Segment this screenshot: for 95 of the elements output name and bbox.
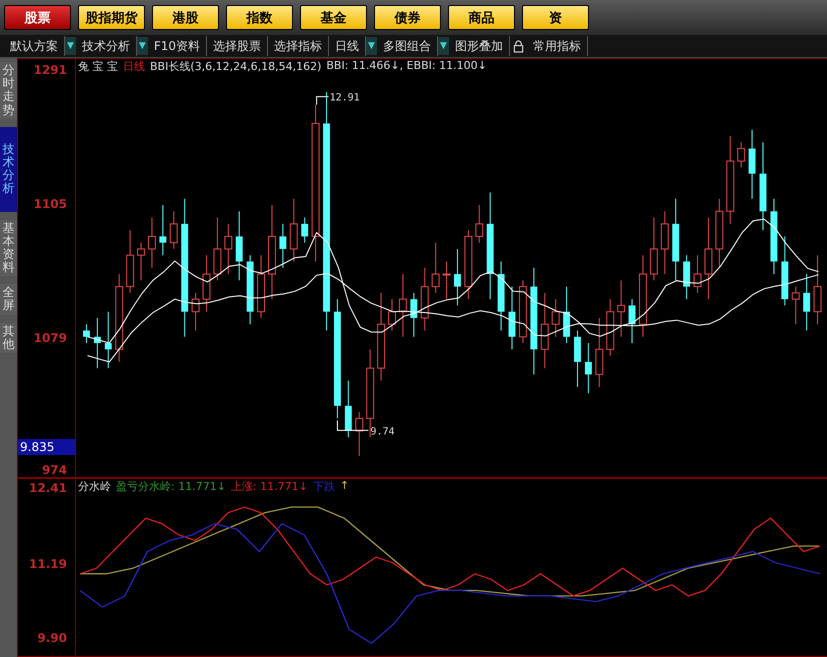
dropdown-button[interactable]: ▼ [438, 37, 449, 55]
candle [246, 254, 254, 325]
axis-label: 974 [42, 463, 67, 477]
market-tab[interactable]: 债券 [374, 5, 441, 30]
period-label: 日线 [123, 59, 145, 74]
candle [660, 210, 669, 275]
axis-label: 9.90 [37, 631, 67, 645]
candle [694, 254, 702, 294]
candle [148, 217, 156, 268]
side-tab[interactable]: 其他 [0, 322, 17, 353]
candle [628, 298, 636, 344]
candle [257, 254, 265, 318]
low-price-marker: 9.74 [370, 426, 395, 438]
toolbar-button[interactable]: 常用指标 [526, 36, 588, 56]
candle [464, 230, 472, 300]
legend-label: 下跌 [312, 479, 335, 494]
candle [454, 248, 461, 306]
candle [104, 311, 112, 369]
axis-label: 1291 [34, 63, 67, 77]
legend-label: 上涨: 11.771↓ [230, 479, 308, 494]
candle [508, 286, 516, 350]
candle [563, 286, 570, 344]
side-tab[interactable]: 分时走势 [0, 62, 17, 119]
candle [498, 261, 505, 332]
candle [398, 274, 407, 338]
legend-label: 盈亏分水岭: 11.771↓ [116, 479, 226, 494]
candle [170, 210, 178, 250]
candle [126, 230, 134, 294]
stock-name: 兔 宝 宝 [78, 59, 118, 74]
candle [737, 142, 746, 168]
candle [552, 298, 560, 338]
market-tab[interactable]: 股票 [4, 5, 71, 30]
candle [748, 129, 756, 200]
leader-line [336, 420, 369, 431]
axis-label: 1079 [34, 331, 67, 345]
candle [83, 324, 90, 344]
side-tab[interactable]: 基本资料 [0, 220, 17, 276]
arrow-icon: ↑ [340, 479, 350, 494]
dropdown-button[interactable]: ▼ [65, 37, 76, 55]
candle [814, 254, 822, 325]
axis-label: 11.19 [29, 557, 67, 571]
candle [475, 204, 484, 244]
candle [137, 242, 145, 281]
indicator-readout: BBI: 11.466↓, EBBI: 11.100↓ [326, 59, 487, 74]
market-tab[interactable]: 指数 [226, 5, 293, 30]
side-tab[interactable]: 全屏 [0, 284, 17, 315]
side-tab[interactable]: 技术分析 [0, 126, 17, 212]
lock-icon[interactable] [512, 40, 524, 52]
candle [388, 298, 396, 332]
candle [518, 280, 527, 344]
axis-label: 1105 [34, 197, 67, 211]
candle [781, 236, 788, 306]
candle [584, 342, 592, 394]
candle [213, 217, 222, 281]
high-price-marker: 12.91 [330, 92, 360, 104]
market-tab[interactable]: 基金 [300, 5, 367, 30]
indicator-name: BBI长线(3,6,12,24,6,18,54,162) [150, 59, 322, 74]
toolbar-button[interactable]: 选择股票 [207, 36, 268, 56]
dropdown-button[interactable]: ▼ [366, 37, 377, 55]
candle [159, 204, 166, 256]
market-tab[interactable]: 商品 [448, 5, 515, 30]
candle [224, 223, 232, 275]
candle [803, 274, 810, 332]
candle [715, 198, 724, 268]
toolbar-button[interactable]: 选择指标 [268, 36, 330, 56]
candle [410, 292, 418, 338]
candle [617, 280, 626, 338]
candle [290, 198, 298, 262]
candle [301, 217, 308, 244]
indicator-name: 分水岭 [78, 479, 111, 494]
candle [94, 317, 101, 369]
candle [279, 223, 286, 268]
market-tab[interactable]: 股指期货 [78, 5, 145, 30]
candle [442, 261, 450, 300]
candle [192, 292, 200, 332]
candle [650, 217, 658, 281]
candle [420, 267, 429, 332]
candle [355, 412, 364, 457]
candle [792, 286, 800, 325]
candle [344, 380, 352, 438]
candle [595, 317, 604, 388]
toolbar-button[interactable]: 图形叠加 [448, 36, 510, 56]
toolbar-button[interactable]: F10资料 [148, 36, 208, 56]
market-tab[interactable]: 资 [522, 5, 589, 30]
current-price-label: 9.835 [18, 439, 75, 455]
candle [236, 210, 243, 281]
axis-label: 12.41 [29, 481, 67, 495]
market-tab[interactable]: 港股 [152, 5, 219, 30]
candle [202, 254, 210, 312]
leader-line [316, 96, 330, 106]
candle [606, 298, 614, 356]
candle [574, 330, 581, 388]
candle [683, 254, 690, 300]
dropdown-button[interactable]: ▼ [136, 37, 148, 55]
candle [432, 242, 440, 294]
